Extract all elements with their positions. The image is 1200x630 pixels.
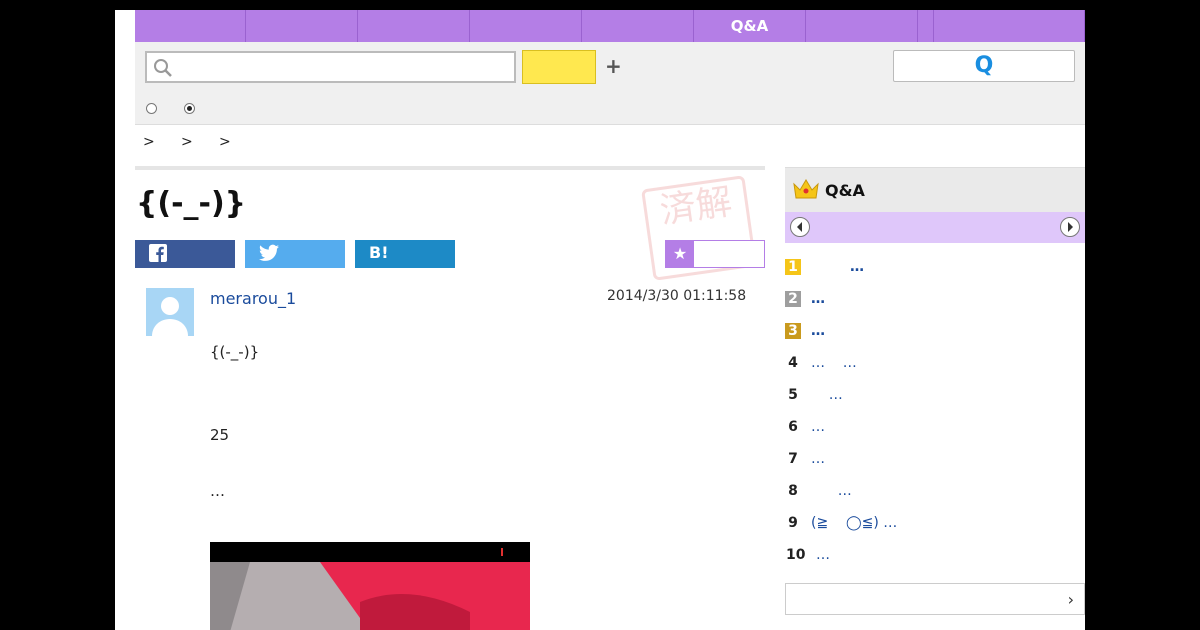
plus-icon[interactable]: +	[605, 54, 622, 78]
ranking-item[interactable]: 1 …	[785, 253, 1085, 285]
facebook-share-button[interactable]	[135, 240, 235, 268]
rank-number: 4	[788, 355, 798, 371]
ranking-item[interactable]: 5 …	[785, 381, 1085, 413]
ranking-more-button[interactable]: ›	[785, 583, 1085, 615]
arrow-left-icon	[797, 222, 802, 232]
rank-question-link[interactable]: …	[811, 291, 825, 307]
username-link[interactable]: merarou_1	[210, 289, 296, 308]
nav-item[interactable]	[470, 10, 582, 42]
nav-item[interactable]	[582, 10, 694, 42]
ranking-item[interactable]: 4 … …	[785, 349, 1085, 381]
photo-image	[210, 542, 530, 630]
rank-question-link[interactable]: …	[811, 387, 843, 403]
nav-item[interactable]	[358, 10, 470, 42]
crown-icon	[793, 179, 819, 199]
breadcrumb-separator: >	[143, 134, 155, 150]
post-datetime: 2014/3/30 01:11:58	[607, 288, 747, 304]
content-divider	[135, 166, 765, 170]
nav-item[interactable]: Q&A	[694, 10, 806, 42]
rank-question-link[interactable]: …	[816, 547, 830, 563]
top-nav: Q&A	[135, 10, 1085, 42]
ranking-header: Q&A	[785, 167, 1085, 212]
breadcrumb-separator: >	[181, 134, 193, 150]
hatena-label: B!	[369, 243, 389, 262]
question-body-line: {(-_-)}	[210, 343, 260, 361]
twitter-icon	[259, 244, 279, 261]
question-photo[interactable]	[210, 542, 530, 630]
favorite-button[interactable]: ★	[665, 240, 765, 268]
search-icon	[154, 59, 172, 77]
question-body-line: …	[210, 482, 225, 500]
star-icon: ★	[666, 241, 694, 267]
nav-item[interactable]	[806, 10, 918, 42]
chevron-right-icon: ›	[1067, 590, 1074, 609]
nav-item[interactable]	[918, 10, 934, 42]
ranking-panel: Q&A 1 … 2… 3… 4… … 5 … 6… 7… 8 … 9 (≧ ◯≦) … 10… ›	[785, 167, 1085, 630]
nav-item[interactable]	[135, 10, 246, 42]
question-title: {(-_-)}	[136, 186, 247, 221]
search-button[interactable]	[522, 50, 596, 84]
ranking-pager	[785, 212, 1085, 243]
prev-button[interactable]	[790, 217, 810, 237]
rank-number: 5	[788, 387, 798, 403]
rank-number: 8	[788, 483, 798, 499]
next-button[interactable]	[1060, 217, 1080, 237]
rank-number: 3	[785, 323, 801, 339]
rank-question-link[interactable]: …	[811, 323, 825, 339]
twitter-share-button[interactable]	[245, 240, 345, 268]
nav-item[interactable]	[246, 10, 358, 42]
rank-number: 9	[788, 515, 798, 531]
rank-number: 10	[786, 547, 806, 563]
rank-number: 2	[785, 291, 801, 307]
ranking-list: 1 … 2… 3… 4… … 5 … 6… 7… 8 … 9 (≧ ◯≦) … 10…	[785, 253, 1085, 573]
search-area: + Q	[135, 42, 1085, 125]
arrow-right-icon	[1068, 222, 1073, 232]
avatar[interactable]	[146, 288, 194, 336]
page: Q&A + Q > > > {(-_-)} 済解 B! ★ merarou_1 …	[115, 10, 1085, 630]
ranking-item[interactable]: 2…	[785, 285, 1085, 317]
breadcrumb-separator: >	[219, 134, 231, 150]
rank-number: 7	[788, 451, 798, 467]
ranking-item[interactable]: 8 …	[785, 477, 1085, 509]
rank-question-link[interactable]: …	[811, 451, 825, 467]
search-input[interactable]	[145, 51, 516, 83]
ranking-item[interactable]: 6…	[785, 413, 1085, 445]
rank-question-link[interactable]: (≧ ◯≦) …	[811, 515, 897, 531]
ask-question-button[interactable]: Q	[893, 50, 1075, 82]
rank-number: 6	[788, 419, 798, 435]
user-silhouette-icon	[152, 297, 188, 336]
nav-item[interactable]	[934, 10, 1085, 42]
rank-question-link[interactable]: … …	[811, 355, 857, 371]
ranking-item[interactable]: 3…	[785, 317, 1085, 349]
search-scope-radio-1[interactable]	[146, 103, 157, 114]
rank-question-link[interactable]: …	[811, 259, 864, 275]
rank-number: 1	[785, 259, 801, 275]
ranking-item[interactable]: 7…	[785, 445, 1085, 477]
ranking-item[interactable]: 10 …	[785, 541, 1085, 573]
rank-question-link[interactable]: …	[811, 483, 852, 499]
ranking-item[interactable]: 9 (≧ ◯≦) …	[785, 509, 1085, 541]
rank-question-link[interactable]: …	[811, 419, 825, 435]
search-scope-radio-2[interactable]	[184, 103, 195, 114]
ranking-title: Q&A	[825, 181, 865, 200]
facebook-icon	[149, 244, 167, 262]
breadcrumb: > > >	[135, 134, 249, 154]
question-body-line: 25	[210, 426, 230, 444]
hatena-bookmark-button[interactable]: B!	[355, 240, 455, 268]
